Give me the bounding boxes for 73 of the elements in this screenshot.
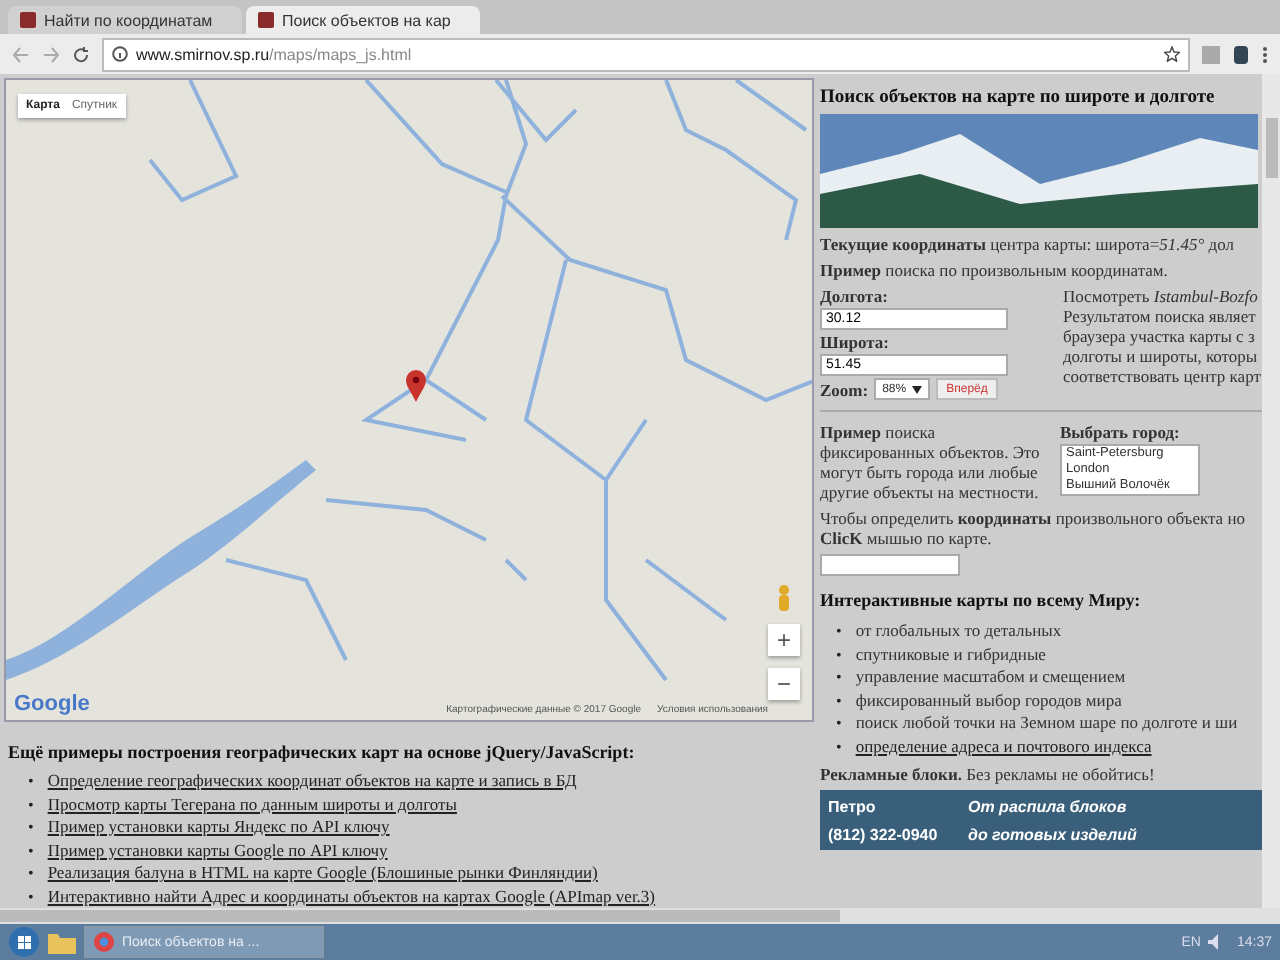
example-link[interactable]: Пример установки карты Яндекс по API ключу [47, 816, 390, 837]
bullet: • [836, 737, 842, 758]
bullet: • [836, 691, 842, 712]
example-link[interactable]: Реализация балуна в HTML на карте Google (Блошиные рынки Финляндии) [47, 862, 598, 883]
example-link[interactable]: Определение географических координат объектов на карте и запись в БД [47, 770, 577, 791]
feature-text: фиксированный выбор городов мира [855, 689, 1122, 709]
map-pin-icon [406, 370, 426, 402]
example-link[interactable]: Пример установки карты Google по API ключу [47, 839, 388, 860]
reload-icon[interactable] [72, 45, 90, 63]
bullet: • [28, 864, 34, 885]
tab-title: Поиск объектов на кар [282, 11, 451, 29]
ad-slogan: От распила блоков [968, 797, 1129, 815]
bullet: • [836, 668, 842, 689]
ads-text: Рекламные блоки. Без рекламы не обойтись! [820, 764, 1157, 784]
horizontal-scrollbar[interactable] [0, 908, 1280, 924]
bullet: • [28, 772, 34, 793]
browser-tab[interactable]: Поиск объектов на кар [246, 6, 480, 34]
feature-text: поиск любой точки на Земном шаре по долготе и ши [855, 712, 1238, 732]
ad-phone: (812) 322-0940 [828, 825, 940, 843]
latitude-label: Широта: [820, 332, 891, 352]
page-icon [258, 12, 274, 28]
folder-icon[interactable] [48, 930, 76, 954]
back-icon[interactable] [12, 45, 30, 63]
section-heading: Интерактивные карты по всему Миру: [820, 590, 1143, 610]
instruction-text: ClicK мышью по карте. [820, 528, 994, 548]
browser-tab[interactable]: Найти по координатам [8, 6, 242, 34]
description-text: Посмотреть Istambul-Bozfo [1062, 286, 1260, 306]
bullet: • [836, 645, 842, 666]
zoom-out-button[interactable]: − [768, 668, 800, 700]
example-link[interactable]: Просмотр карты Тегерана по данным широты и долготы [47, 793, 457, 814]
url-text: www.smirnov.sp.ru/maps/maps_js.html [136, 45, 412, 63]
feature-link[interactable]: определение адреса и почтового индекса [855, 735, 1152, 756]
scrollbar[interactable] [1262, 74, 1280, 908]
start-icon[interactable] [8, 926, 40, 958]
ad-slogan: до готовых изделий [968, 825, 1139, 843]
feature-text: от глобальных то детальных [855, 620, 1062, 640]
address-field[interactable]: www.smirnov.sp.ru/maps/maps_js.html [102, 37, 1190, 71]
zoom-in-button[interactable]: + [768, 624, 800, 656]
bullet: • [28, 818, 34, 839]
description-text: долготы и широты, которы [1062, 346, 1260, 366]
bullet: • [836, 622, 842, 643]
bullet: • [28, 841, 34, 862]
tab-title: Найти по координатам [44, 11, 213, 29]
feature-text: спутниковые и гибридные [855, 643, 1046, 663]
city-label: Выбрать город: [1060, 422, 1182, 442]
page-icon [20, 12, 36, 28]
dropdown-arrow-icon [912, 385, 923, 393]
browser-icon [94, 932, 114, 952]
feature-text: управление масштабом и смещением [855, 666, 1126, 686]
description-text: Результатом поиска являет [1062, 306, 1258, 326]
bullet: • [28, 887, 34, 908]
pegman-icon[interactable] [776, 584, 792, 612]
ad-brand: Петро [828, 797, 878, 815]
panel-title: Поиск объектов на карте по широте и долготе [820, 88, 1217, 108]
example-text: Пример поиска по произвольным координатам. [820, 260, 1170, 280]
instruction-text: Чтобы определить координаты произвольного объекта но [820, 508, 1248, 528]
example-text: Пример поиска фиксированных объектов. Это могут быть города или любые другие объекты на местности. [820, 422, 1042, 502]
current-coordinates-text: Текущие координаты центра карты: широта=51.45° дол [820, 234, 1236, 254]
map-logo: Google [14, 692, 90, 716]
ad-banner[interactable]: Петро От распила блоков (812) 322-0940 до готовых изделий [820, 790, 1262, 850]
forward-icon[interactable] [42, 45, 60, 63]
bullet: • [28, 795, 34, 816]
bullet: • [836, 714, 842, 735]
examples-heading: Ещё примеры построения географических карт на основе jQuery/JavaScript: [8, 742, 637, 762]
description-text: соответствовать центр карт [1062, 366, 1262, 386]
menu-icon[interactable] [1262, 45, 1268, 63]
longitude-label: Долгота: [820, 286, 890, 306]
coordinates-field[interactable] [820, 554, 960, 576]
info-icon [112, 46, 128, 62]
description-text: браузера участка карты с з [1062, 326, 1257, 346]
zoom-label: Zoom: [820, 379, 869, 399]
example-link[interactable]: Интерактивно найти Адрес и координаты объектов на картах Google (APImap ver.3) [47, 885, 656, 906]
star-icon[interactable] [1164, 46, 1180, 62]
